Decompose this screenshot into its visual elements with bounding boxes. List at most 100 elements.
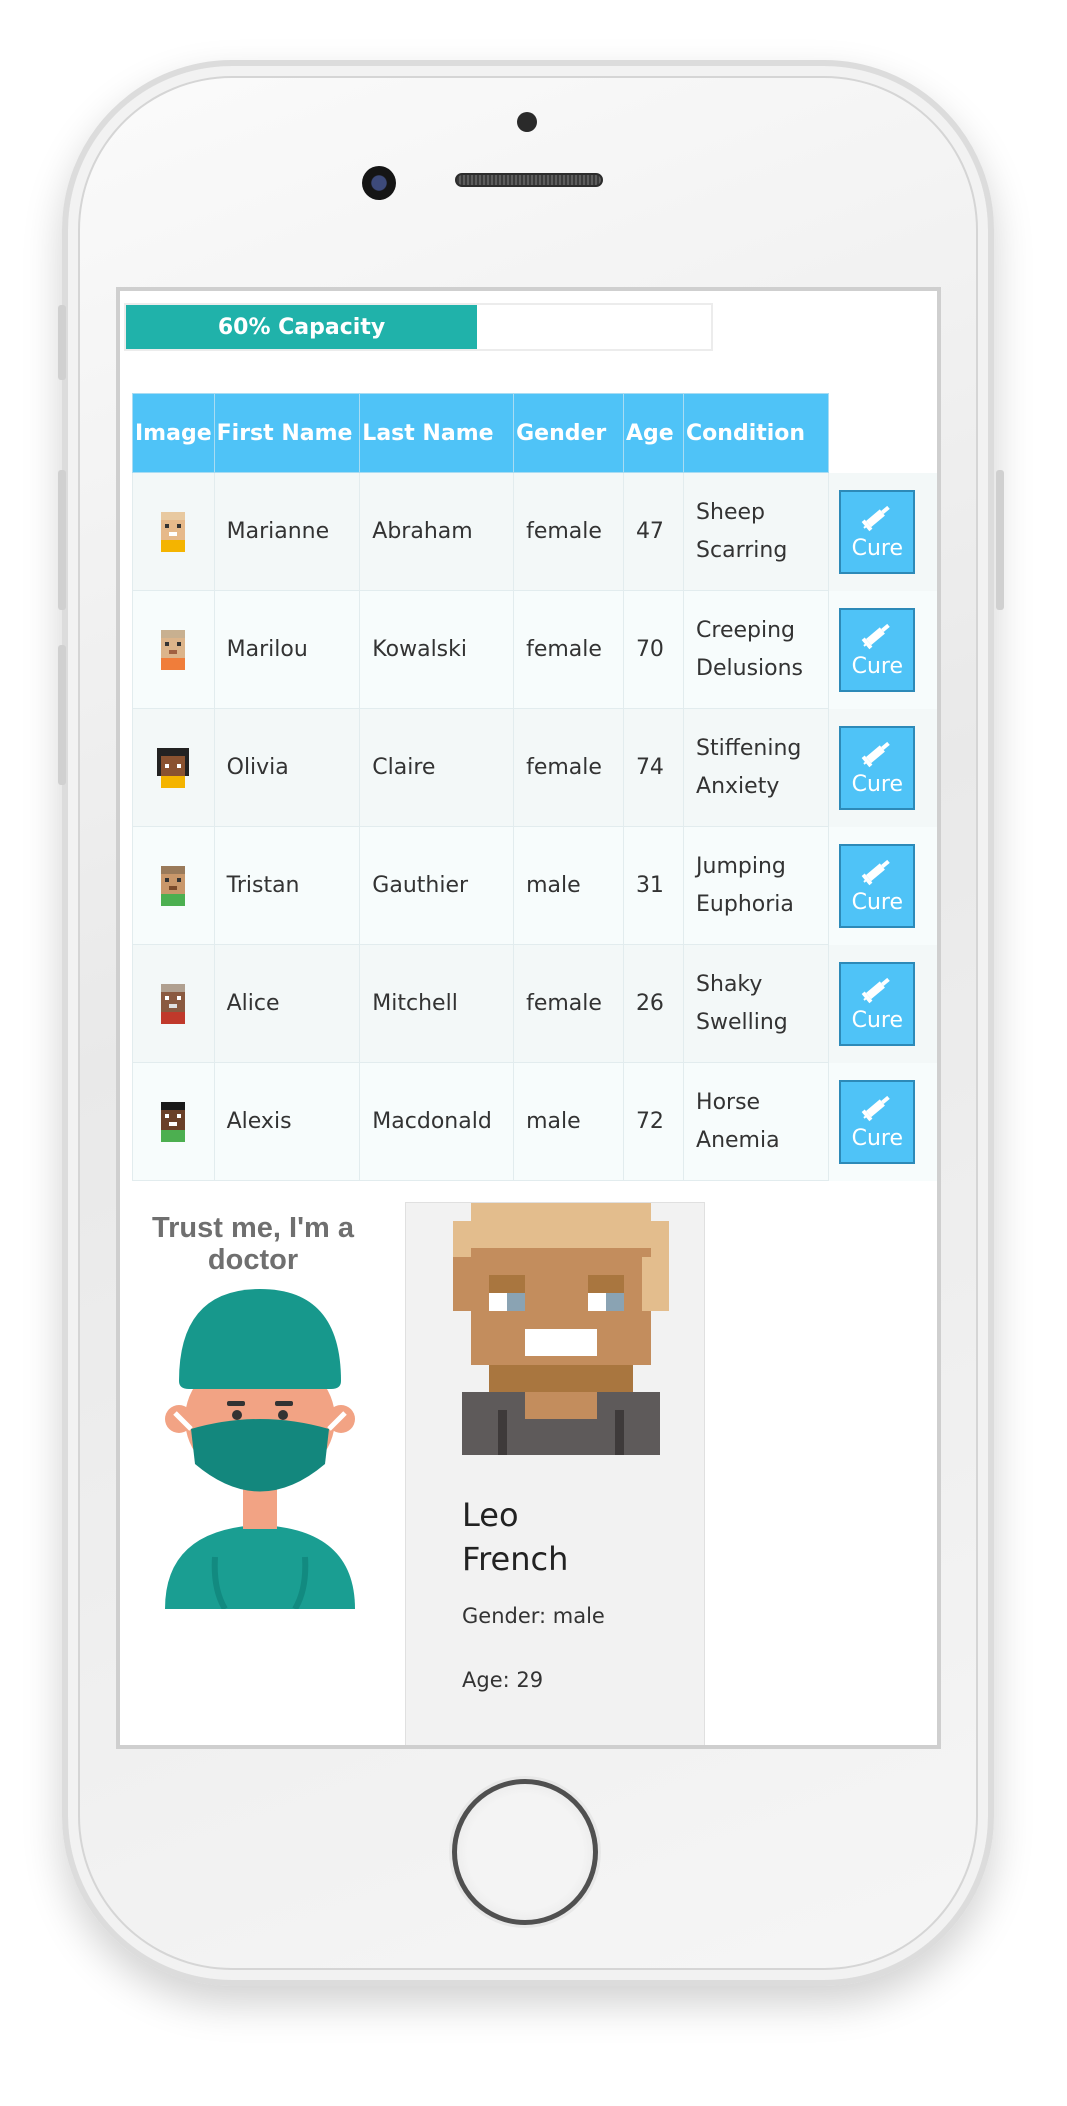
action-cell: Cure [828,590,937,709]
first-name-cell: Alice [213,944,361,1063]
cure-label: Cure [851,536,904,561]
condition-line: Creeping [696,617,796,643]
earpiece-speaker [455,173,603,187]
syringe-icon [861,623,891,650]
header-image: Image [132,393,215,473]
first-name-cell: Alexis [213,1062,361,1181]
condition-line: Euphoria [696,891,794,917]
action-cell: Cure [828,1062,937,1181]
condition-line: Anxiety [696,773,780,799]
power-button [996,470,1004,610]
patient-gender: Gender: male [462,1604,605,1628]
patients-table: Image First Name Last Name Gender Age Co… [132,393,937,1181]
condition-cell: Shaky Swelling [683,944,830,1063]
condition-cell: Sheep Scarring [683,472,830,591]
condition-line: Sheep [696,499,765,525]
syringe-icon [861,741,891,768]
avatar-cell [132,1062,215,1181]
header-action-blank [829,394,937,473]
cure-label: Cure [851,1126,904,1151]
cure-button[interactable]: Cure [839,843,916,928]
table-row: Olivia Claire female 74 Stiffening Anxiet… [132,708,937,827]
front-camera-icon [362,166,396,200]
avatar-cell [132,944,215,1063]
condition-line: Anemia [696,1127,780,1153]
age-cell: 72 [622,1062,685,1181]
age-cell: 74 [622,708,685,827]
avatar-icon [161,629,186,670]
last-name-cell: Claire [359,708,515,827]
header-condition: Condition [683,393,830,473]
avatar-icon [161,1101,186,1142]
table-row: Marianne Abraham female 47 Sheep Scarring… [132,472,937,591]
avatar-icon [161,511,186,552]
condition-cell: Stiffening Anxiety [683,708,830,827]
last-name-cell: Kowalski [359,590,515,709]
patient-last-name: French [462,1540,569,1578]
condition-line: Swelling [696,1009,788,1035]
condition-cell: Jumping Euphoria [683,826,830,945]
first-name-cell: Olivia [213,708,361,827]
action-cell: Cure [828,826,937,945]
cure-label: Cure [851,1008,904,1033]
capacity-bar: 60% Capacity [124,303,713,351]
condition-line: Scarring [696,537,788,563]
table-row: Alice Mitchell female 26 Shaky Swelling C… [132,944,937,1063]
last-name-cell: Macdonald [359,1062,515,1181]
avatar-cell [132,590,215,709]
first-name-cell: Tristan [213,826,361,945]
condition-line: Shaky [696,971,763,997]
condition-line: Delusions [696,655,804,681]
action-cell: Cure [828,472,937,591]
age-cell: 26 [622,944,685,1063]
home-button[interactable] [452,1779,598,1925]
condition-cell: Creeping Delusions [683,590,830,709]
proximity-sensor [517,112,537,132]
last-name-cell: Abraham [359,472,515,591]
age-cell: 70 [622,590,685,709]
patient-age: Age: 29 [462,1668,544,1692]
cure-button[interactable]: Cure [839,961,916,1046]
avatar-cell [132,472,215,591]
condition-line: Stiffening [696,735,802,761]
condition-line: Jumping [696,853,786,879]
table-row: Marilou Kowalski female 70 Creeping Delus… [132,590,937,709]
gender-cell: female [513,472,624,591]
capacity-fill: 60% Capacity [126,305,477,349]
syringe-icon [861,977,891,1004]
cure-button[interactable]: Cure [839,489,916,574]
patient-name: Leo French [462,1493,568,1581]
cure-label: Cure [851,654,904,679]
first-name-cell: Marilou [213,590,361,709]
age-cell: 31 [622,826,685,945]
cure-label: Cure [851,772,904,797]
avatar-icon [161,983,186,1024]
cure-button[interactable]: Cure [839,607,916,692]
action-cell: Cure [828,944,937,1063]
cure-button[interactable]: Cure [839,725,916,810]
gender-cell: female [513,708,624,827]
gender-cell: female [513,590,624,709]
cure-button[interactable]: Cure [839,1079,916,1164]
age-cell: 47 [622,472,685,591]
condition-cell: Horse Anemia [683,1062,830,1181]
volume-down-button [58,645,66,785]
gender-cell: male [513,1062,624,1181]
avatar-cell [132,708,215,827]
header-last-name: Last Name [359,393,515,473]
cure-label: Cure [851,890,904,915]
avatar-icon [161,865,186,906]
patient-avatar-icon [453,1203,669,1455]
patient-first-name: Leo [462,1496,519,1534]
app-screen: 60% Capacity Image First Name Last Name … [116,287,941,1749]
last-name-cell: Mitchell [359,944,515,1063]
mute-switch [58,305,66,380]
table-row: Alexis Macdonald male 72 Horse Anemia Cur… [132,1062,937,1181]
header-age: Age [622,393,685,473]
gender-cell: female [513,944,624,1063]
table-row: Tristan Gauthier male 31 Jumping Euphoria… [132,826,937,945]
first-name-cell: Marianne [213,472,361,591]
avatar-cell [132,826,215,945]
header-gender: Gender [513,393,624,473]
doctor-title: Trust me, I'm a doctor [152,1212,354,1276]
